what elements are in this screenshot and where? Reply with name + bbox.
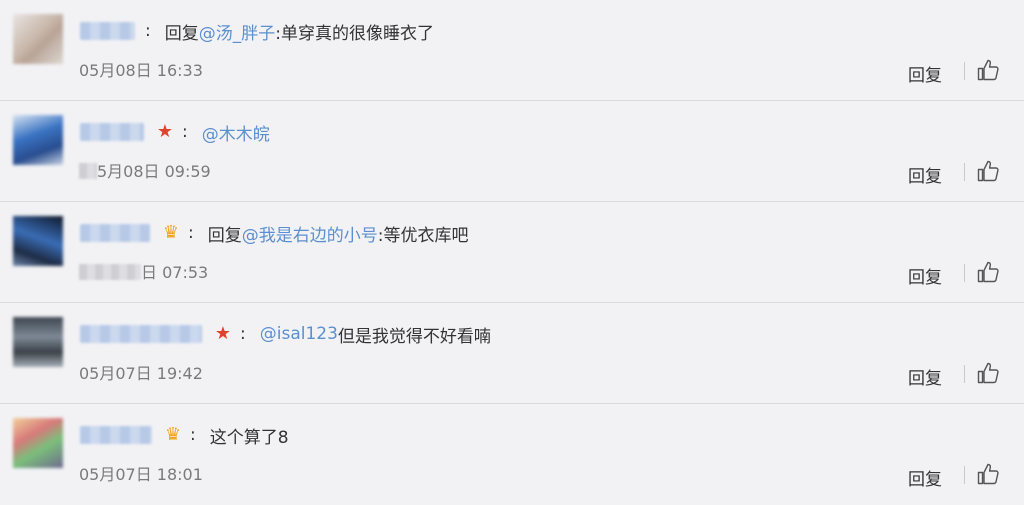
comment-content: ★: @木木皖 [80, 119, 270, 145]
username-blurred[interactable] [80, 426, 152, 444]
timestamp: 日 07:53 [79, 259, 208, 283]
comment-content: ♛: 这个算了8 [80, 422, 289, 448]
avatar[interactable] [13, 115, 63, 165]
action-divider [964, 264, 965, 282]
colon-separator: : [190, 425, 196, 445]
thumbs-up-icon[interactable] [977, 462, 999, 486]
thumbs-up-icon[interactable] [977, 260, 999, 284]
action-divider [964, 365, 965, 383]
comment-text: 但是我觉得不好看喃 [337, 326, 491, 347]
timestamp-blurred-part [79, 163, 97, 179]
action-divider [964, 62, 965, 80]
thumbs-up-icon[interactable] [977, 159, 999, 183]
comment-text: 这个算了8 [209, 427, 289, 448]
comment-item: : 回复 @汤_胖子:单穿真的很像睡衣了 05月08日 16:33 回复 [0, 0, 1024, 101]
colon-separator: : [188, 223, 194, 243]
timestamp: 5月08日 09:59 [79, 158, 211, 182]
reply-button[interactable]: 回复 [908, 263, 942, 288]
comment-list: : 回复 @汤_胖子:单穿真的很像睡衣了 05月08日 16:33 回复 ★: @木木皖 5月… [0, 0, 1024, 505]
crown-badge-icon: ♛ [162, 222, 180, 243]
reply-button[interactable]: 回复 [908, 162, 942, 187]
comment-text: :等优衣库吧 [377, 225, 469, 246]
avatar[interactable] [13, 14, 63, 64]
timestamp-blurred-part [79, 264, 141, 280]
star-badge-icon: ★ [156, 121, 174, 142]
comment-item: ♛: 这个算了8 05月07日 18:01 回复 [0, 404, 1024, 505]
timestamp: 05月07日 19:42 [79, 360, 203, 384]
timestamp: 05月08日 16:33 [79, 57, 203, 81]
reply-button[interactable]: 回复 [908, 61, 942, 86]
comment-content: ♛: 回复 @我是右边的小号:等优衣库吧 [80, 220, 468, 246]
comment-item: ★: @木木皖 5月08日 09:59 回复 [0, 101, 1024, 202]
avatar[interactable] [13, 317, 63, 367]
mention-link[interactable]: @汤_胖子 [199, 19, 276, 44]
colon-separator: : [240, 324, 246, 344]
thumbs-up-icon[interactable] [977, 58, 999, 82]
timestamp-text: 5月08日 09:59 [97, 162, 211, 181]
comment-item: ♛: 回复 @我是右边的小号:等优衣库吧日 07:53 回复 [0, 202, 1024, 303]
comment-text: 回复 [207, 225, 242, 246]
timestamp-text: 05月07日 18:01 [79, 465, 203, 484]
action-divider [964, 466, 965, 484]
timestamp-text: 日 07:53 [141, 263, 209, 282]
comment-content: : 回复 @汤_胖子:单穿真的很像睡衣了 [80, 18, 434, 44]
star-badge-icon: ★ [214, 323, 232, 344]
colon-separator: : [145, 21, 151, 41]
avatar[interactable] [13, 216, 63, 266]
crown-badge-icon: ♛ [164, 424, 182, 445]
mention-link[interactable]: @木木皖 [202, 120, 270, 145]
comment-item: ★: @isal123 但是我觉得不好看喃 05月07日 19:42 回复 [0, 303, 1024, 404]
thumbs-up-icon[interactable] [977, 361, 999, 385]
comment-text: :单穿真的很像睡衣了 [275, 23, 434, 44]
username-blurred[interactable] [80, 123, 144, 141]
avatar[interactable] [13, 418, 63, 468]
reply-button[interactable]: 回复 [908, 364, 942, 389]
comment-text: 回复 [164, 23, 199, 44]
username-blurred[interactable] [80, 325, 202, 343]
username-blurred[interactable] [80, 22, 135, 40]
reply-button[interactable]: 回复 [908, 465, 942, 490]
timestamp: 05月07日 18:01 [79, 461, 203, 485]
username-blurred[interactable] [80, 224, 150, 242]
mention-link[interactable]: @我是右边的小号 [242, 221, 378, 246]
timestamp-text: 05月08日 16:33 [79, 61, 203, 80]
comment-content: ★: @isal123 但是我觉得不好看喃 [80, 321, 491, 347]
action-divider [964, 163, 965, 181]
mention-link[interactable]: @isal123 [260, 324, 338, 344]
timestamp-text: 05月07日 19:42 [79, 364, 203, 383]
colon-separator: : [182, 122, 188, 142]
